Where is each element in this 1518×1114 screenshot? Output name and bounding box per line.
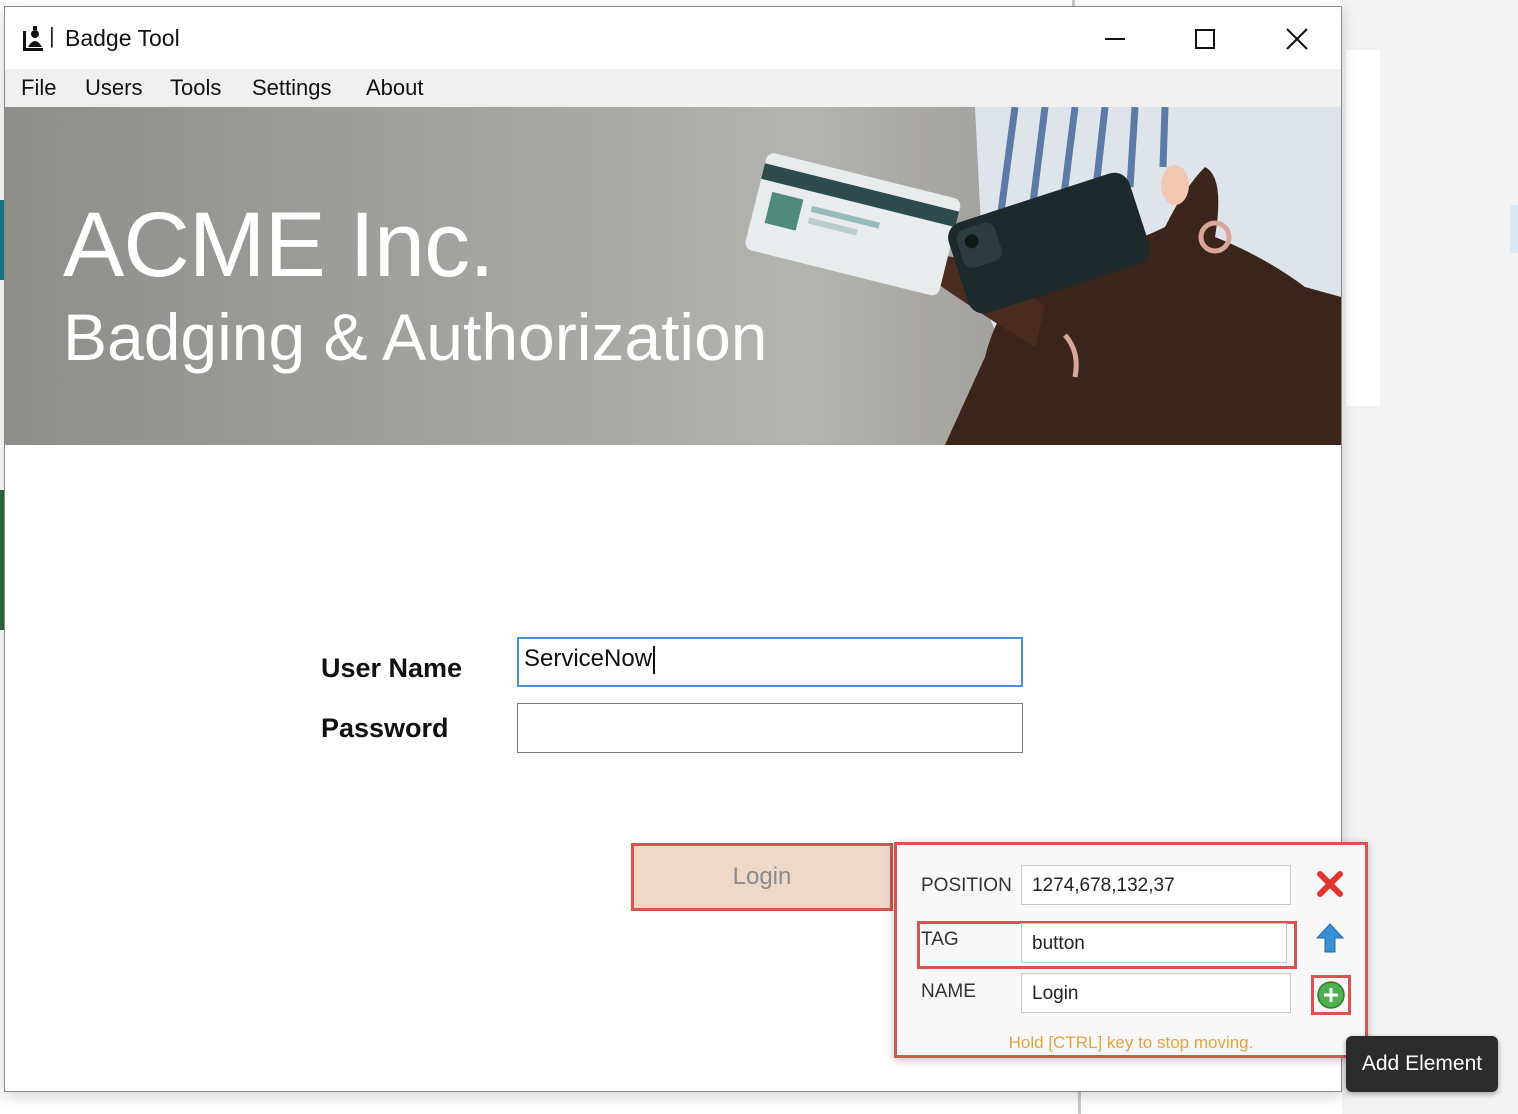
add-circle-icon xyxy=(1317,981,1345,1009)
move-up-button[interactable] xyxy=(1313,921,1347,955)
add-element-tooltip: Add Element xyxy=(1346,1036,1498,1092)
tag-label: TAG xyxy=(921,929,959,950)
inspector-body: POSITION 1274,678,132,37 TAG button NAME… xyxy=(903,851,1359,1052)
login-button-label: Login xyxy=(732,863,792,890)
background-divider xyxy=(1078,1092,1081,1114)
position-field[interactable]: 1274,678,132,37 xyxy=(1021,865,1291,905)
arrow-up-icon xyxy=(1315,923,1345,953)
password-label: Password xyxy=(321,713,449,743)
maximize-button[interactable] xyxy=(1175,17,1235,61)
add-element-button[interactable] xyxy=(1311,975,1351,1015)
banner-photo-illustration xyxy=(745,107,1341,445)
inspector-hint: Hold [CTRL] key to stop moving. xyxy=(1008,1033,1254,1052)
window-title: Badge Tool xyxy=(65,25,180,51)
minimize-icon xyxy=(1105,38,1125,40)
menu-settings[interactable]: Settings xyxy=(252,75,332,101)
close-button[interactable] xyxy=(1267,17,1327,61)
banner-subtitle: Badging & Authorization xyxy=(63,300,768,374)
element-inspector-panel: POSITION 1274,678,132,37 TAG button NAME… xyxy=(894,842,1368,1058)
menu-bar: File Users Tools Settings About xyxy=(5,69,1341,107)
name-field[interactable]: Login xyxy=(1021,973,1291,1013)
text-caret xyxy=(653,645,656,674)
title-separator: | xyxy=(49,23,55,48)
username-value: ServiceNow xyxy=(524,645,653,672)
username-label: User Name xyxy=(321,653,463,683)
menu-about[interactable]: About xyxy=(366,75,424,101)
banner-title: ACME Inc. xyxy=(63,194,495,296)
minimize-button[interactable] xyxy=(1085,17,1145,61)
login-button[interactable]: Login xyxy=(631,843,893,911)
position-label: POSITION xyxy=(921,875,1012,896)
background-panel xyxy=(1346,50,1380,406)
menu-tools[interactable]: Tools xyxy=(170,75,221,101)
password-input[interactable] xyxy=(517,703,1023,753)
menu-file[interactable]: File xyxy=(21,75,56,101)
close-x-icon xyxy=(1317,871,1343,897)
tag-field[interactable]: button xyxy=(1021,923,1287,963)
header-banner: ACME Inc. Badging & Authorization xyxy=(5,107,1341,445)
title-bar[interactable]: | Badge Tool xyxy=(5,7,1341,69)
background-window-edge xyxy=(1510,205,1518,253)
delete-button[interactable] xyxy=(1313,867,1347,901)
close-icon xyxy=(1286,28,1308,50)
app-icon xyxy=(23,26,43,51)
name-label: NAME xyxy=(921,981,976,1002)
maximize-icon xyxy=(1195,29,1215,49)
menu-users[interactable]: Users xyxy=(85,75,142,101)
username-input[interactable]: ServiceNow xyxy=(517,637,1023,687)
